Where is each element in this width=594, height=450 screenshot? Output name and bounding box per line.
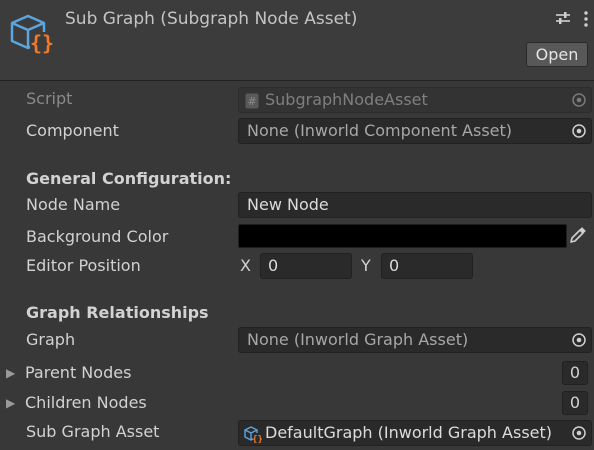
object-picker-icon[interactable]: [567, 328, 591, 352]
eyedropper-icon[interactable]: [568, 225, 588, 245]
parent-nodes-expand-arrow-icon[interactable]: ▶: [6, 366, 15, 380]
node-name-input[interactable]: New Node: [238, 192, 592, 218]
svg-text:#: #: [247, 95, 256, 108]
script-hash-icon: #: [245, 92, 259, 109]
sub-graph-asset-field[interactable]: {} DefaultGraph (Inworld Graph Asset): [238, 420, 592, 446]
cube-braces-icon: {}: [8, 12, 56, 56]
graph-field[interactable]: None (Inworld Graph Asset): [238, 327, 592, 353]
y-value: 0: [389, 256, 400, 275]
x-input[interactable]: 0: [260, 253, 352, 279]
y-label: Y: [361, 256, 371, 275]
svg-text:{}: {}: [30, 31, 54, 55]
inspector-header: {} Sub Graph (Subgraph Node Asset) Open: [0, 0, 594, 81]
component-value: None (Inworld Component Asset): [247, 121, 513, 140]
graph-asset-icon: {}: [244, 425, 263, 445]
node-name-label: Node Name: [26, 195, 121, 214]
x-label: X: [240, 256, 251, 275]
sub-graph-asset-label: Sub Graph Asset: [26, 422, 160, 441]
object-picker-icon[interactable]: [567, 119, 591, 143]
children-nodes-expand-arrow-icon[interactable]: ▶: [6, 396, 15, 410]
component-field[interactable]: None (Inworld Component Asset): [238, 118, 592, 144]
x-value: 0: [268, 256, 279, 275]
graph-value: None (Inworld Graph Asset): [247, 330, 469, 349]
graph-relationships-heading: Graph Relationships: [26, 303, 209, 322]
y-input[interactable]: 0: [381, 253, 473, 279]
node-name-value: New Node: [247, 195, 329, 214]
script-label: Script: [26, 89, 73, 108]
component-label: Component: [26, 121, 119, 140]
object-picker-icon[interactable]: [567, 421, 591, 445]
graph-label: Graph: [26, 330, 76, 349]
inspector-title: Sub Graph (Subgraph Node Asset): [65, 9, 358, 29]
background-color-label: Background Color: [26, 227, 169, 246]
parent-nodes-count[interactable]: 0: [562, 361, 588, 385]
open-button[interactable]: Open: [526, 42, 588, 67]
parent-nodes-label[interactable]: Parent Nodes: [25, 363, 131, 382]
background-color-swatch[interactable]: [238, 224, 567, 248]
editor-position-label: Editor Position: [26, 256, 141, 275]
sliders-icon[interactable]: [555, 10, 571, 26]
script-field: # SubgraphNodeAsset: [238, 87, 592, 113]
script-value: SubgraphNodeAsset: [265, 90, 428, 109]
children-nodes-count[interactable]: 0: [562, 391, 588, 415]
svg-text:{}: {}: [252, 435, 262, 443]
object-picker-icon[interactable]: [567, 88, 591, 112]
vertical-ellipsis-icon[interactable]: [582, 10, 590, 28]
sub-graph-asset-value: DefaultGraph (Inworld Graph Asset): [265, 423, 553, 442]
children-nodes-label[interactable]: Children Nodes: [25, 393, 147, 412]
general-config-heading: General Configuration:: [26, 169, 232, 188]
